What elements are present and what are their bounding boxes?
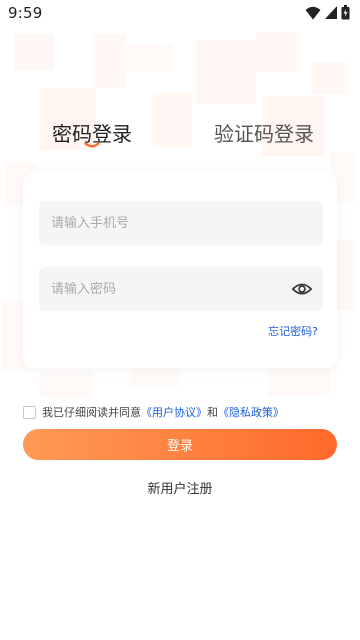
background-tile: [126, 44, 172, 72]
background-tile: [92, 34, 126, 88]
background-tile: [256, 32, 300, 72]
agreement-text: 我已仔细阅读并同意: [42, 406, 141, 419]
register-link[interactable]: 新用户注册: [0, 478, 360, 497]
login-tabs: 密码登录 验证码登录: [0, 112, 360, 156]
login-button[interactable]: 登录: [23, 429, 337, 460]
user-agreement-link[interactable]: 《用户协议》: [141, 404, 207, 420]
login-form-card: 忘记密码?: [23, 172, 337, 368]
agreement-checkbox[interactable]: [23, 405, 36, 419]
phone-input[interactable]: [39, 201, 323, 245]
eye-icon[interactable]: [291, 278, 313, 300]
battery-icon: [341, 5, 350, 20]
privacy-policy-link[interactable]: 《隐私政策》: [218, 404, 284, 420]
wifi-icon: [305, 6, 321, 19]
background-tile: [268, 366, 330, 396]
tab-code-login[interactable]: 验证码登录: [214, 118, 314, 147]
signal-icon: [325, 6, 337, 19]
background-tile: [14, 34, 54, 70]
login-screen: 9:59 密码登录 验证码登录 忘记密码: [0, 0, 360, 640]
status-time: 9:59: [8, 4, 43, 22]
status-bar: 9:59: [0, 0, 360, 26]
background-tile: [196, 40, 256, 104]
status-icons: [305, 5, 350, 20]
password-input[interactable]: [39, 267, 323, 311]
background-tile: [312, 62, 348, 94]
agreement-row: 我已仔细阅读并同意 《用户协议》 和 《隐私政策》: [23, 404, 284, 420]
forgot-password-link[interactable]: 忘记密码?: [268, 323, 318, 339]
background-tile: [40, 372, 92, 398]
agreement-conjunction: 和: [207, 406, 218, 419]
active-tab-indicator: [84, 142, 100, 148]
